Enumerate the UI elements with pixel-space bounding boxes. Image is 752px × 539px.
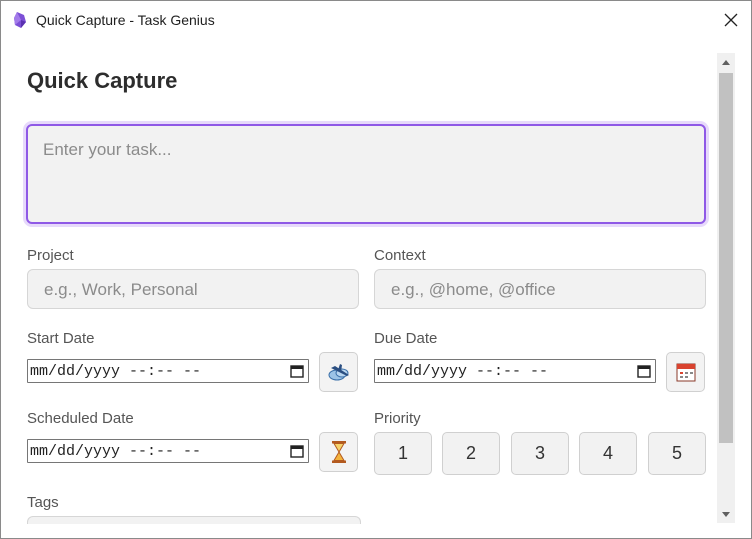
close-icon xyxy=(724,13,738,27)
scheduled-date-label: Scheduled Date xyxy=(27,410,134,427)
quick-capture-window: Quick Capture - Task Genius Quick Captur… xyxy=(0,0,752,539)
capture-form: Quick Capture Enter your task... Project… xyxy=(1,39,714,524)
triangle-down-icon xyxy=(722,511,730,517)
scrollbar-thumb[interactable] xyxy=(719,73,733,443)
calendar-icon xyxy=(676,363,695,382)
start-date-input[interactable]: mm/dd/yyyy --:-- -- xyxy=(27,359,309,383)
scroll-down-button[interactable] xyxy=(717,505,735,523)
task-input-placeholder: Enter your task... xyxy=(43,140,172,159)
obsidian-icon xyxy=(12,11,28,29)
priority-label: Priority xyxy=(374,410,421,427)
due-date-icon-button[interactable] xyxy=(666,352,705,392)
project-input-placeholder: e.g., Work, Personal xyxy=(44,280,198,299)
vertical-scrollbar[interactable] xyxy=(717,53,735,523)
tags-label: Tags xyxy=(27,494,59,511)
context-label: Context xyxy=(374,247,426,264)
calendar-picker-icon[interactable] xyxy=(290,444,304,458)
start-date-icon-button[interactable] xyxy=(319,352,358,392)
window-title: Quick Capture - Task Genius xyxy=(36,12,215,28)
priority-button-3[interactable]: 3 xyxy=(511,432,569,475)
scheduled-date-input[interactable]: mm/dd/yyyy --:-- -- xyxy=(27,439,309,463)
triangle-up-icon xyxy=(722,59,730,65)
task-input[interactable]: Enter your task... xyxy=(26,124,706,224)
start-date-value: mm/dd/yyyy --:-- -- xyxy=(30,363,202,380)
calendar-picker-icon[interactable] xyxy=(637,364,651,378)
project-input[interactable]: e.g., Work, Personal xyxy=(27,269,359,309)
page-title: Quick Capture xyxy=(27,68,178,93)
scheduled-date-value: mm/dd/yyyy --:-- -- xyxy=(30,443,202,460)
due-date-label: Due Date xyxy=(374,330,438,347)
close-button[interactable] xyxy=(714,3,748,37)
context-input[interactable]: e.g., @home, @office xyxy=(374,269,706,309)
project-label: Project xyxy=(27,247,74,264)
tags-input[interactable] xyxy=(27,516,361,524)
airplane-departure-icon xyxy=(328,364,349,381)
hourglass-icon xyxy=(331,441,346,463)
scheduled-date-icon-button[interactable] xyxy=(319,432,358,472)
title-bar: Quick Capture - Task Genius xyxy=(1,1,751,39)
due-date-value: mm/dd/yyyy --:-- -- xyxy=(377,363,549,380)
priority-button-4[interactable]: 4 xyxy=(579,432,637,475)
priority-button-2[interactable]: 2 xyxy=(442,432,500,475)
due-date-input[interactable]: mm/dd/yyyy --:-- -- xyxy=(374,359,656,383)
calendar-picker-icon[interactable] xyxy=(290,364,304,378)
scroll-up-button[interactable] xyxy=(717,53,735,71)
priority-button-5[interactable]: 5 xyxy=(648,432,706,475)
context-input-placeholder: e.g., @home, @office xyxy=(391,280,556,299)
priority-button-1[interactable]: 1 xyxy=(374,432,432,475)
start-date-label: Start Date xyxy=(27,330,95,347)
